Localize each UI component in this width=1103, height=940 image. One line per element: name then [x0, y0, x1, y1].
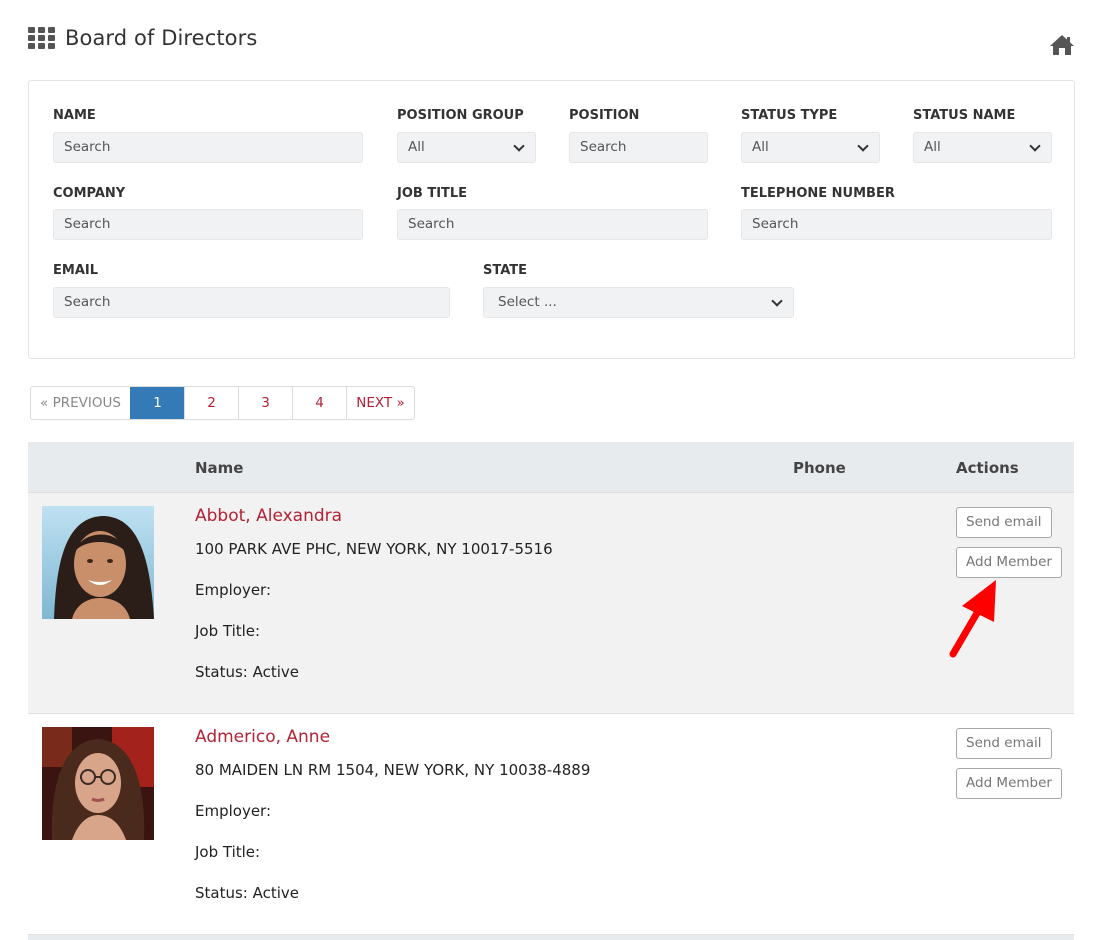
table-header: Name Phone Actions: [28, 442, 1074, 493]
avatar: [42, 727, 154, 840]
column-header-actions: Actions: [956, 459, 1019, 477]
member-employer: Employer:: [195, 581, 272, 599]
home-icon[interactable]: [1049, 34, 1075, 56]
table-row: Abbot, Alexandra 100 PARK AVE PHC, NEW Y…: [28, 493, 1074, 714]
member-status: Status: Active: [195, 884, 300, 902]
page-link-1[interactable]: 1: [130, 387, 184, 419]
job-title-label: JOB TITLE: [397, 186, 468, 201]
send-email-button[interactable]: Send email: [956, 728, 1052, 759]
member-job-title: Job Title:: [195, 843, 261, 861]
member-name-link[interactable]: Admerico, Anne: [195, 727, 330, 747]
status-name-label: STATUS NAME: [913, 108, 1016, 123]
company-search-input[interactable]: Search: [53, 209, 363, 240]
member-address: 100 PARK AVE PHC, NEW YORK, NY 10017-551…: [195, 540, 553, 558]
page-link-2[interactable]: 2: [184, 387, 238, 419]
telephone-label: TELEPHONE NUMBER: [741, 186, 895, 201]
previous-page-link[interactable]: « PREVIOUS: [31, 387, 130, 419]
position-label: POSITION: [569, 108, 640, 123]
next-page-link[interactable]: NEXT »: [346, 387, 414, 419]
status-type-label: STATUS TYPE: [741, 108, 838, 123]
grid-icon: [28, 27, 55, 49]
column-header-name: Name: [195, 459, 244, 477]
member-job-title: Job Title:: [195, 622, 261, 640]
column-header-phone: Phone: [793, 459, 846, 477]
job-title-search-input[interactable]: Search: [397, 209, 708, 240]
page-link-3[interactable]: 3: [238, 387, 292, 419]
telephone-search-input[interactable]: Search: [741, 209, 1052, 240]
table-divider: [28, 935, 1074, 940]
member-name-link[interactable]: Abbot, Alexandra: [195, 506, 342, 526]
member-address: 80 MAIDEN LN RM 1504, NEW YORK, NY 10038…: [195, 761, 591, 779]
pagination: « PREVIOUS 1 2 3 4 NEXT »: [30, 386, 415, 420]
name-search-input[interactable]: Search: [53, 132, 363, 163]
directors-table: Name Phone Actions Abbot, Alexandra 100 …: [28, 442, 1074, 935]
page-link-4[interactable]: 4: [292, 387, 346, 419]
send-email-button[interactable]: Send email: [956, 507, 1052, 538]
state-label: STATE: [483, 263, 528, 278]
annotation-arrow-icon: [949, 580, 996, 658]
add-member-button[interactable]: Add Member: [956, 768, 1062, 799]
email-label: EMAIL: [53, 263, 98, 278]
member-status: Status: Active: [195, 663, 300, 681]
status-name-select[interactable]: All: [913, 132, 1052, 163]
position-group-select[interactable]: All: [397, 132, 536, 163]
name-filter-label: NAME: [53, 108, 96, 123]
state-select[interactable]: Select ...: [483, 287, 794, 318]
page-header: Board of Directors: [28, 26, 257, 50]
email-search-input[interactable]: Search: [53, 287, 450, 318]
filter-panel: NAME Search POSITION GROUP All POSITION …: [28, 80, 1075, 359]
position-group-label: POSITION GROUP: [397, 108, 524, 123]
table-row: Admerico, Anne 80 MAIDEN LN RM 1504, NEW…: [28, 714, 1074, 935]
avatar: [42, 506, 154, 619]
page-title: Board of Directors: [65, 26, 258, 50]
status-type-select[interactable]: All: [741, 132, 880, 163]
company-label: COMPANY: [53, 186, 126, 201]
position-search-input[interactable]: Search: [569, 132, 708, 163]
member-employer: Employer:: [195, 802, 272, 820]
